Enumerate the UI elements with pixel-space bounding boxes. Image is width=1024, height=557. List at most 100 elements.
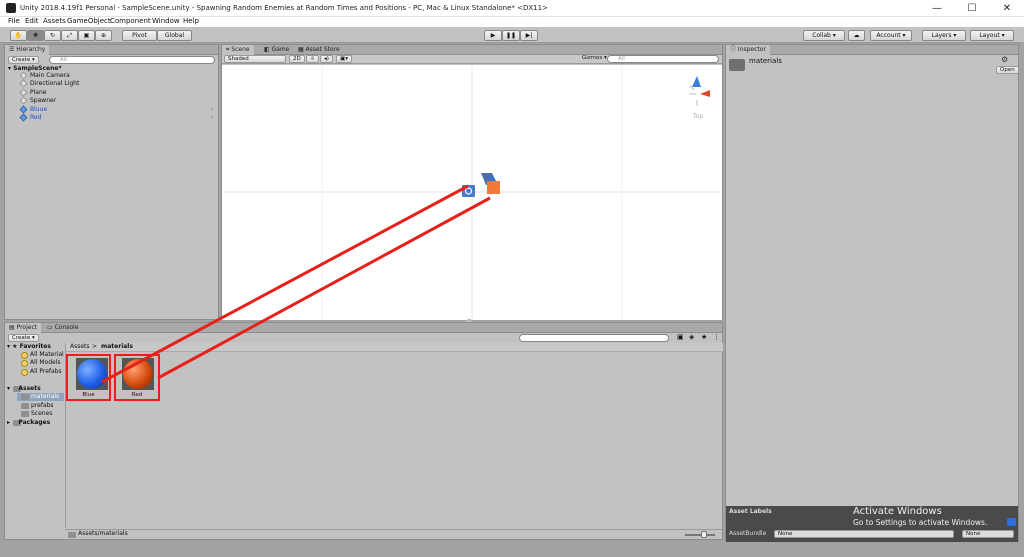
rect-tool-icon[interactable]: ▣ (78, 30, 95, 41)
menu-bar: File Edit Assets GameObject Component Wi… (0, 17, 1024, 27)
tab-console[interactable]: ▭ Console (43, 323, 82, 333)
menu-assets[interactable]: Assets (43, 17, 66, 25)
favorite-all-materials[interactable]: All Material (30, 351, 64, 359)
inspector-tabbar: ⓘ Inspector (726, 45, 1018, 55)
watermark-subtitle: Go to Settings to activate Windows. (853, 518, 988, 527)
project-tabbar: ▤ Project ▭ Console (5, 323, 722, 333)
zoom-slider[interactable] (685, 534, 715, 536)
tab-asset-store[interactable]: ▦ Asset Store (294, 45, 344, 55)
folder-materials[interactable]: materials (31, 393, 59, 401)
folder-prefabs[interactable]: prefabs (31, 402, 54, 410)
favorites-header[interactable]: ▾ ★ Favorites (7, 343, 51, 351)
play-button[interactable]: ▶ (484, 30, 502, 41)
asset-bundle-dropdown[interactable]: None (774, 530, 954, 538)
hierarchy-item-directional-light[interactable]: Directional Light (30, 80, 79, 88)
asset-bundle-label: AssetBundle (729, 530, 767, 537)
tab-scene[interactable]: ⌗ Scene (222, 45, 254, 55)
collab-button[interactable]: Collab ▾ (803, 30, 845, 41)
rotate-tool-icon[interactable]: ↻ (44, 30, 61, 41)
cloud-icon[interactable]: ☁ (848, 30, 865, 41)
packages-root[interactable]: ▸ Packages (7, 419, 50, 427)
2d-toggle[interactable]: 2D (289, 55, 305, 63)
favorite-all-models[interactable]: All Models (30, 359, 61, 367)
folder-icon (21, 394, 29, 400)
hierarchy-item-red[interactable]: Red (30, 114, 41, 122)
star-icon[interactable]: ★ (701, 333, 707, 341)
shading-dropdown[interactable]: Shaded (224, 55, 286, 63)
project-search-input[interactable] (519, 334, 669, 342)
menu-gameobject[interactable]: GameObject (67, 17, 111, 25)
unity-logo-icon (6, 3, 16, 13)
material-sphere-blue (77, 359, 107, 389)
watermark-title: Activate Windows (853, 506, 942, 517)
scene-objects (462, 173, 500, 197)
scene-search-input[interactable]: All (607, 55, 719, 63)
pivot-toggle[interactable]: Pivot (122, 30, 157, 41)
menu-edit[interactable]: Edit (25, 17, 39, 25)
gear-icon[interactable]: ⚙ (1001, 55, 1008, 64)
menu-help[interactable]: Help (183, 17, 199, 25)
global-label: Global (164, 32, 185, 39)
account-dropdown[interactable]: Account ▾ (870, 30, 912, 41)
move-tool-icon[interactable]: ✥ (27, 30, 44, 41)
breadcrumb-current[interactable]: materials (101, 343, 133, 351)
breadcrumb-root[interactable]: Assets (70, 343, 90, 351)
scene-toolbar: Shaded 2D ☼ ◂) ▣▾ Gizmos ▾ All (222, 55, 722, 64)
assets-root[interactable]: ▾ Assets (7, 385, 41, 393)
prefab-icon (19, 105, 28, 114)
gameobject-icon (19, 79, 28, 88)
gizmos-dropdown[interactable]: Gizmos ▾ (579, 55, 610, 63)
chevron-right-icon[interactable]: › (211, 106, 213, 114)
minimize-button[interactable]: — (920, 0, 954, 17)
scene-gizmo-axis[interactable] (679, 73, 719, 109)
favorite-all-prefabs[interactable]: All Prefabs (30, 368, 62, 376)
asset-tile-red[interactable]: Red (114, 354, 160, 401)
open-button[interactable]: Open (996, 66, 1019, 74)
filter-type-icon[interactable]: ▣ (677, 333, 684, 341)
lock-icon[interactable]: ⋮ (713, 333, 720, 341)
search-favorite-icon (21, 360, 28, 367)
menu-component[interactable]: Component (110, 17, 151, 25)
assets-root-label: Assets (18, 385, 41, 392)
asset-tile-blue[interactable]: Blue (66, 354, 111, 401)
menu-file[interactable]: File (8, 17, 20, 25)
layers-dropdown[interactable]: Layers ▾ (922, 30, 966, 41)
hierarchy-item-main-camera[interactable]: Main Camera (30, 72, 70, 80)
chevron-right-icon[interactable]: › (211, 114, 213, 122)
tab-hierarchy[interactable]: ☰ Hierarchy (5, 45, 50, 55)
menu-window[interactable]: Window (152, 17, 180, 25)
folder-scenes[interactable]: Scenes (31, 410, 52, 418)
step-button[interactable]: ▶| (520, 30, 538, 41)
close-button[interactable]: ✕ (990, 0, 1024, 17)
hand-tool-icon[interactable]: ✋ (10, 30, 27, 41)
packages-label: Packages (18, 419, 51, 426)
scene-viewport[interactable]: Top ☁ (222, 65, 722, 325)
effects-dropdown-icon[interactable]: ▣▾ (336, 55, 352, 63)
global-toggle[interactable]: Global (157, 30, 192, 41)
lighting-toggle-icon[interactable]: ☼ (306, 55, 319, 63)
gameobject-icon (19, 88, 28, 97)
layout-dropdown[interactable]: Layout ▾ (970, 30, 1014, 41)
tab-project[interactable]: ▤ Project (5, 323, 42, 333)
hierarchy-item-plane[interactable]: Plane (30, 89, 46, 97)
project-create-button[interactable]: Create ▾ (8, 334, 39, 342)
maximize-button[interactable]: ☐ (955, 0, 989, 17)
filter-label-icon[interactable]: ◈ (689, 333, 694, 341)
hierarchy-item-bluue[interactable]: Bluue (30, 106, 47, 114)
transform-tool-icon[interactable]: ⊕ (95, 30, 112, 41)
hierarchy-search-input[interactable]: All (49, 56, 215, 64)
search-favorite-icon (21, 352, 28, 359)
pause-button[interactable]: ❚❚ (502, 30, 520, 41)
audio-toggle-icon[interactable]: ◂) (320, 55, 333, 63)
scale-tool-icon[interactable]: ⤢ (61, 30, 78, 41)
hierarchy-item-spawner[interactable]: Spawner (30, 97, 56, 105)
scene-tab-label: Scene (231, 46, 250, 53)
hierarchy-create-button[interactable]: Create ▾ (8, 56, 39, 64)
asset-variant-dropdown[interactable]: None (962, 530, 1014, 538)
tab-game[interactable]: ◧ Game (260, 45, 293, 55)
asset-labels-icon[interactable] (1007, 518, 1016, 526)
material-sphere-red (123, 359, 153, 389)
breadcrumb: Assets > materials (66, 343, 723, 352)
tab-inspector[interactable]: ⓘ Inspector (726, 45, 770, 55)
zoom-slider-handle[interactable] (701, 531, 707, 538)
